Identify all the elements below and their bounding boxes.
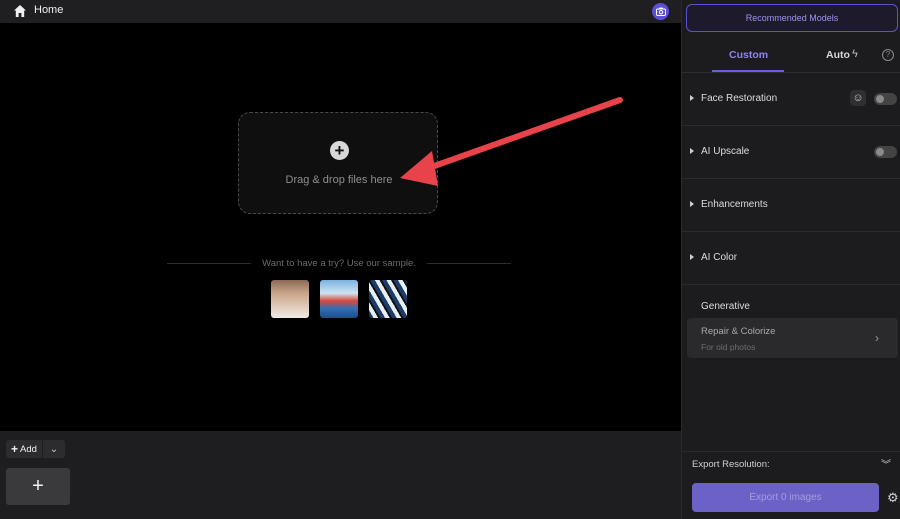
expand-arrow-icon — [690, 254, 694, 260]
recommended-models-button[interactable]: Recommended Models — [686, 4, 898, 32]
section-label: Enhancements — [701, 199, 768, 210]
tab-auto[interactable]: Auto — [826, 49, 850, 61]
section-label: Face Restoration — [701, 93, 778, 104]
export-resolution-label: Export Resolution: — [692, 459, 770, 470]
section-face-restoration[interactable]: Face Restoration ☺ — [682, 73, 900, 126]
expand-arrow-icon — [690, 148, 694, 154]
add-button-label: Add — [20, 443, 37, 455]
expand-arrow-icon — [690, 95, 694, 101]
divider-line — [427, 263, 511, 264]
add-image-tile[interactable]: + — [6, 468, 70, 505]
sample-prompt: Want to have a try? Use our sample. — [262, 258, 416, 269]
workspace: Home + Drag & drop files here Want to ha… — [0, 0, 681, 519]
chevron-down-icon: ⌄ — [49, 443, 59, 455]
tab-custom[interactable]: Custom — [729, 49, 768, 61]
divider-line — [167, 263, 251, 264]
plus-icon: + — [11, 442, 19, 456]
sample-thumbnail-village[interactable] — [320, 280, 358, 318]
export-button[interactable]: Export 0 images — [692, 483, 879, 512]
camera-button[interactable] — [652, 3, 669, 20]
settings-panel: Recommended Models Custom Auto ϟ ? Face … — [682, 0, 900, 519]
image-tray: + Add ⌄ + — [0, 431, 681, 519]
drop-zone-text: Drag & drop files here — [285, 174, 393, 186]
repair-subtitle: For old photos — [701, 342, 756, 352]
home-icon[interactable] — [13, 4, 27, 18]
sample-thumbnail-portrait[interactable] — [271, 280, 309, 318]
section-label: AI Color — [701, 252, 738, 263]
face-restoration-toggle[interactable] — [874, 93, 897, 105]
generative-heading: Generative — [701, 301, 750, 312]
sample-thumbnail-fish[interactable] — [369, 280, 407, 318]
home-link[interactable]: Home — [34, 4, 63, 16]
section-ai-upscale[interactable]: AI Upscale — [682, 126, 900, 179]
repair-colorize-card[interactable]: Repair & Colorize For old photos › — [687, 318, 898, 358]
add-dropdown-button[interactable]: ⌄ — [43, 440, 65, 458]
annotation-arrow — [400, 97, 623, 186]
top-bar: Home — [0, 0, 681, 23]
drop-zone[interactable]: + Drag & drop files here — [238, 112, 438, 214]
camera-icon — [655, 7, 666, 16]
help-icon[interactable]: ? — [882, 49, 894, 61]
expand-arrow-icon — [690, 201, 694, 207]
gear-icon[interactable]: ⚙ — [887, 490, 899, 506]
export-divider — [682, 451, 900, 452]
section-enhancements[interactable]: Enhancements — [682, 179, 900, 232]
face-icon[interactable]: ☺ — [850, 90, 866, 106]
add-file-icon[interactable]: + — [330, 141, 349, 160]
add-button[interactable]: + Add — [6, 440, 42, 458]
section-label: AI Upscale — [701, 146, 750, 157]
double-chevron-down-icon[interactable]: ︾ — [881, 456, 891, 471]
plus-icon: + — [32, 475, 44, 497]
ai-upscale-toggle[interactable] — [874, 146, 897, 158]
repair-title: Repair & Colorize — [701, 326, 776, 337]
lightning-icon: ϟ — [852, 48, 858, 60]
section-ai-color[interactable]: AI Color — [682, 232, 900, 285]
chevron-right-icon: › — [875, 331, 879, 345]
